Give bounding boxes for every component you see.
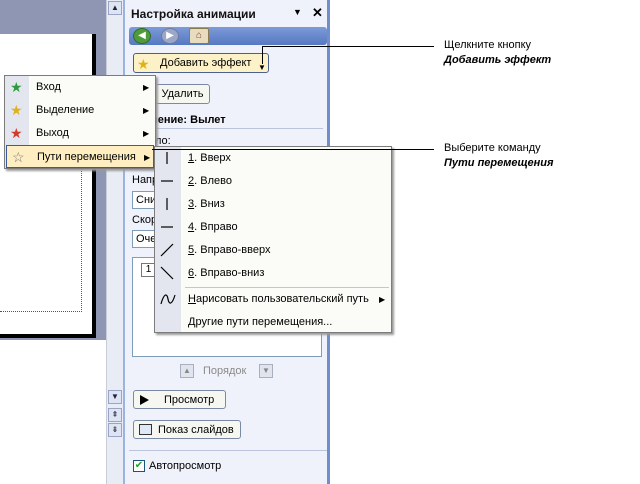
path-item-label: 5. Вправо-вверх xyxy=(188,244,271,256)
menu-item-label: Выход xyxy=(36,127,69,139)
chevron-right-icon: ▶ xyxy=(144,153,151,162)
vertical-line-icon xyxy=(166,198,168,210)
menu-item-label: Пути перемещения xyxy=(37,151,136,163)
star-yellow-icon: ★ xyxy=(10,102,23,118)
chevron-right-icon: ▶ xyxy=(143,83,150,92)
order-label: Порядок xyxy=(203,365,247,377)
autopreview-checkbox[interactable]: ✔ xyxy=(133,460,145,472)
path-item-label: 1. Вверх xyxy=(188,152,231,164)
path-item-label: 2. Влево xyxy=(188,175,232,187)
add-effect-menu: ★ Вход ▶ ★ Выделение ▶ ★ Выход ▶ ☆ Пути … xyxy=(4,75,156,169)
change-effect-label: енение: Вылет xyxy=(145,114,226,126)
diagonal-up-icon xyxy=(160,243,174,257)
path-item-right[interactable]: 4. Вправо xyxy=(155,216,391,239)
callout-text: Пути перемещения xyxy=(444,157,554,169)
horizontal-line-icon xyxy=(161,180,173,182)
vertical-scrollbar[interactable]: ▲ ▼ ⇞ ⇟ xyxy=(106,0,123,484)
path-item-down[interactable]: 3. Вниз xyxy=(155,193,391,216)
slide-area xyxy=(0,0,106,484)
home-icon[interactable]: ⌂ xyxy=(189,28,209,44)
menu-item-exit[interactable]: ★ Выход ▶ xyxy=(5,122,155,145)
pane-close-icon[interactable]: ✕ xyxy=(312,5,323,21)
menu-item-emphasis[interactable]: ★ Выделение ▶ xyxy=(5,99,155,122)
path-item-label: 4. Вправо xyxy=(188,221,238,233)
star-red-icon: ★ xyxy=(10,125,23,141)
chevron-right-icon: ▶ xyxy=(143,106,150,115)
callout-text: Щелкните кнопку xyxy=(444,39,532,51)
pane-dropdown-icon[interactable]: ▼ xyxy=(293,7,302,17)
add-effect-label: Добавить эффект xyxy=(160,57,252,69)
back-icon[interactable]: ◀ xyxy=(133,28,151,44)
chevron-right-icon: ▶ xyxy=(143,129,150,138)
remove-button[interactable]: Удалить xyxy=(155,84,210,104)
previous-slide-icon[interactable]: ⇞ xyxy=(108,408,122,422)
callout-text: Добавить эффект xyxy=(444,54,552,66)
chevron-right-icon: ▶ xyxy=(379,295,386,304)
callout-line xyxy=(152,149,434,150)
path-item-right-down[interactable]: 6. Вправо-вниз xyxy=(155,262,391,285)
scroll-down-icon[interactable]: ▼ xyxy=(108,390,122,404)
play-label: Просмотр xyxy=(164,394,215,406)
add-effect-button[interactable]: ★ Добавить эффект ▼ xyxy=(133,53,269,73)
autopreview-label: Автопросмотр xyxy=(149,460,222,472)
play-button[interactable]: Просмотр xyxy=(133,390,226,409)
order-down-icon[interactable]: ▼ xyxy=(259,364,273,378)
horizontal-line-icon xyxy=(161,226,173,228)
divider xyxy=(133,128,323,129)
motion-paths-submenu: 1. Вверх 2. Влево 3. Вниз 4. Вправо 5. В… xyxy=(154,146,392,333)
slideshow-label: Показ слайдов xyxy=(158,424,234,436)
menu-item-entrance[interactable]: ★ Вход ▶ xyxy=(5,76,155,99)
path-item-up[interactable]: 1. Вверх xyxy=(155,147,391,170)
path-item-label: Другие пути перемещения... xyxy=(188,316,333,328)
callout-line xyxy=(262,46,263,64)
path-item-label: 6. Вправо-вниз xyxy=(188,267,265,279)
star-outline-icon: ☆ xyxy=(12,149,25,165)
vertical-line-icon xyxy=(166,152,168,164)
callout-line xyxy=(262,46,434,47)
path-item-draw-custom[interactable]: Нарисовать пользовательский путь ▶ xyxy=(155,288,391,311)
star-icon: ★ xyxy=(137,56,150,72)
slideshow-icon xyxy=(139,424,152,435)
path-item-label: Нарисовать пользовательский путь xyxy=(188,293,369,305)
path-item-more-paths[interactable]: Другие пути перемещения... xyxy=(155,311,391,334)
next-slide-icon[interactable]: ⇟ xyxy=(108,423,122,437)
order-up-icon[interactable]: ▲ xyxy=(180,364,194,378)
diagonal-down-icon xyxy=(160,266,174,280)
path-item-left[interactable]: 2. Влево xyxy=(155,170,391,193)
forward-icon[interactable]: ▶ xyxy=(161,28,179,44)
menu-item-motion-paths[interactable]: ☆ Пути перемещения ▶ xyxy=(6,145,154,168)
menu-item-label: Выделение xyxy=(36,104,95,116)
divider xyxy=(129,450,327,451)
star-green-icon: ★ xyxy=(10,79,23,95)
menu-item-label: Вход xyxy=(36,81,61,93)
pane-navigation-bar: ◀ ▶ ⌂ xyxy=(129,27,327,45)
path-item-right-up[interactable]: 5. Вправо-вверх xyxy=(155,239,391,262)
slideshow-button[interactable]: Показ слайдов xyxy=(133,420,241,439)
curve-path-icon xyxy=(160,294,176,305)
path-item-label: 3. Вниз xyxy=(188,198,225,210)
scroll-up-icon[interactable]: ▲ xyxy=(108,1,122,15)
callout-text: Выберите команду xyxy=(444,142,541,154)
play-icon xyxy=(140,395,149,405)
